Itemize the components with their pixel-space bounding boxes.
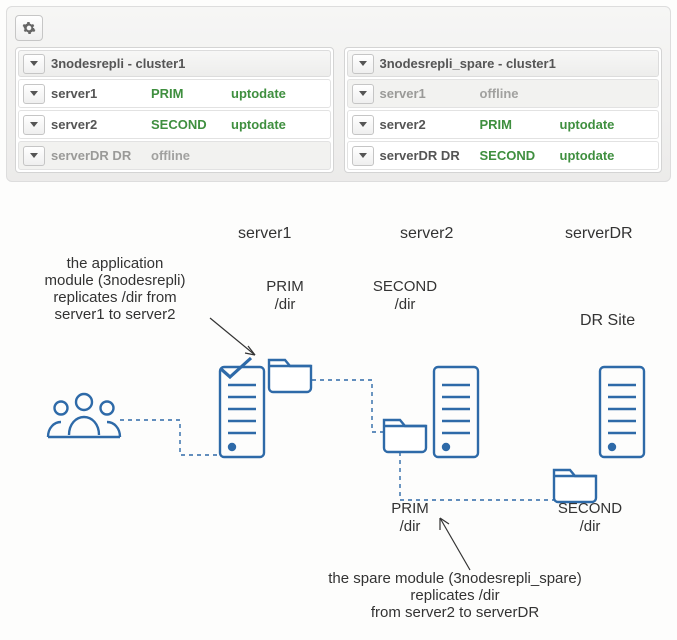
pair2-role: SECOND	[373, 278, 437, 295]
row-sync: uptodate	[231, 86, 291, 101]
server2-icon	[432, 365, 480, 460]
row-name: serverDR DR	[380, 148, 480, 163]
row-sync: uptodate	[560, 117, 620, 132]
row-right-2[interactable]: serverDR DR SECOND uptodate	[347, 141, 660, 170]
cluster-panel-left-title: 3nodesrepli - cluster1	[51, 56, 326, 71]
pair1-label: PRIM /dir	[250, 278, 320, 314]
serverDR-icon	[598, 365, 646, 460]
row-left-0[interactable]: server1 PRIM uptodate	[18, 79, 331, 108]
row-name: server2	[51, 117, 151, 132]
row-name: serverDR DR	[51, 148, 151, 163]
pair4-role: SECOND	[558, 500, 622, 517]
row-role: PRIM	[480, 117, 560, 132]
chevron-down-icon[interactable]	[23, 115, 45, 135]
pair4-dir: /dir	[580, 518, 601, 535]
console-panel: 3nodesrepli - cluster1 server1 PRIM upto…	[6, 6, 671, 182]
pair3-dir: /dir	[400, 518, 421, 535]
pair4-label: SECOND /dir	[540, 500, 640, 536]
row-right-1[interactable]: server2 PRIM uptodate	[347, 110, 660, 139]
row-name: server1	[51, 86, 151, 101]
row-sync: uptodate	[231, 117, 291, 132]
pair1-role: PRIM	[266, 278, 304, 295]
pair3-role: PRIM	[391, 500, 429, 517]
cluster-panel-left-header[interactable]: 3nodesrepli - cluster1	[18, 50, 331, 77]
label-server2: server2	[400, 225, 453, 243]
cluster-panel-right: 3nodesrepli_spare - cluster1 server1 off…	[344, 47, 663, 173]
cluster-panel-left: 3nodesrepli - cluster1 server1 PRIM upto…	[15, 47, 334, 173]
folder-icon	[380, 410, 430, 454]
chevron-down-icon[interactable]	[352, 146, 374, 166]
label-server1: server1	[238, 225, 291, 243]
architecture-diagram: server1 server2 serverDR the application…	[0, 200, 677, 640]
annotation-bottom: the spare module (3nodesrepli_spare)repl…	[290, 570, 620, 621]
folder-icon	[265, 350, 315, 394]
chevron-down-icon[interactable]	[23, 54, 45, 74]
cluster-panel-right-header[interactable]: 3nodesrepli_spare - cluster1	[347, 50, 660, 77]
chevron-down-icon[interactable]	[352, 54, 374, 74]
row-left-2[interactable]: serverDR DR offline	[18, 141, 331, 170]
row-role: offline	[480, 86, 560, 101]
annotation-left: the applicationmodule (3nodesrepli)repli…	[25, 255, 205, 323]
folder-icon	[550, 460, 600, 504]
cluster-panel-right-title: 3nodesrepli_spare - cluster1	[380, 56, 655, 71]
gear-icon	[22, 21, 36, 35]
chevron-down-icon[interactable]	[352, 115, 374, 135]
row-name: server1	[380, 86, 480, 101]
pair3-label: PRIM /dir	[370, 500, 450, 536]
row-role: SECOND	[480, 148, 560, 163]
row-sync: uptodate	[560, 148, 620, 163]
row-name: server2	[380, 117, 480, 132]
pair1-dir: /dir	[275, 296, 296, 313]
chevron-down-icon[interactable]	[23, 84, 45, 104]
check-icon	[218, 355, 254, 383]
row-role: SECOND	[151, 117, 231, 132]
chevron-down-icon[interactable]	[23, 146, 45, 166]
label-serverDR: serverDR	[565, 225, 633, 243]
settings-gear-button[interactable]	[15, 15, 43, 41]
label-dr-site: DR Site	[580, 312, 635, 330]
row-role: offline	[151, 148, 231, 163]
pair2-label: SECOND /dir	[360, 278, 450, 314]
row-role: PRIM	[151, 86, 231, 101]
users-icon	[45, 390, 123, 445]
pair2-dir: /dir	[395, 296, 416, 313]
row-right-0[interactable]: server1 offline	[347, 79, 660, 108]
row-left-1[interactable]: server2 SECOND uptodate	[18, 110, 331, 139]
chevron-down-icon[interactable]	[352, 84, 374, 104]
